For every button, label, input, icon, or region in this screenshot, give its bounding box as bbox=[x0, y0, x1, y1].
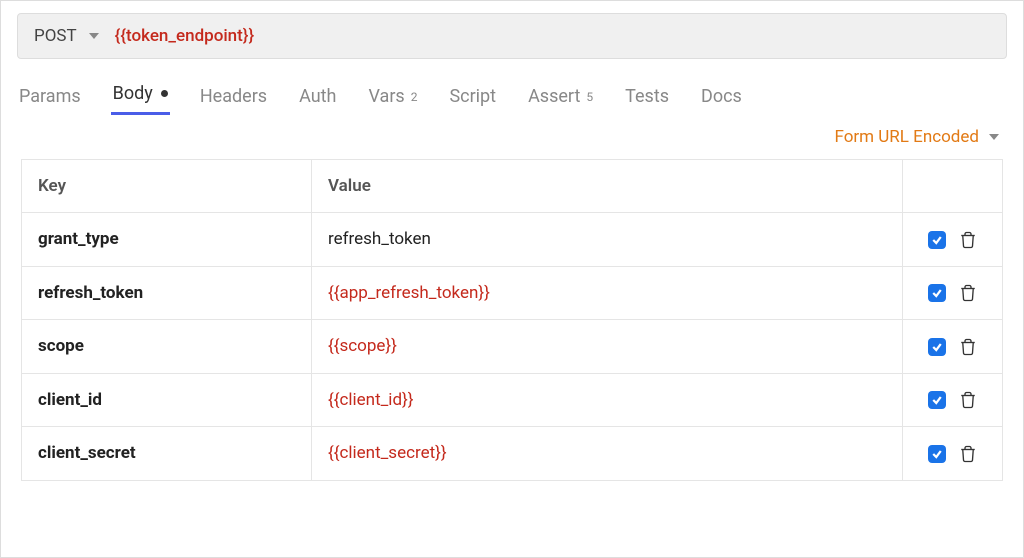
trash-icon[interactable] bbox=[958, 390, 978, 410]
param-actions-cell bbox=[903, 427, 1003, 481]
request-tabs: Params Body Headers Auth Vars 2 Script A… bbox=[1, 67, 1023, 115]
param-key-cell[interactable]: client_secret bbox=[22, 427, 312, 481]
param-value-cell[interactable]: {{app_refresh_token}} bbox=[312, 266, 903, 320]
tab-script[interactable]: Script bbox=[447, 78, 498, 115]
tab-assert-badge: 5 bbox=[586, 90, 593, 104]
param-value-cell[interactable]: refresh_token bbox=[312, 213, 903, 267]
tab-params[interactable]: Params bbox=[17, 78, 83, 115]
tab-body[interactable]: Body bbox=[111, 75, 170, 115]
request-bar: POST {{token_endpoint}} bbox=[17, 13, 1007, 59]
tab-auth[interactable]: Auth bbox=[297, 78, 338, 115]
body-params-table: Key Value grant_typerefresh_tokenrefresh… bbox=[21, 159, 1003, 481]
tab-auth-label: Auth bbox=[299, 86, 336, 107]
url-input[interactable]: {{token_endpoint}} bbox=[115, 26, 254, 46]
body-type-label: Form URL Encoded bbox=[834, 127, 979, 147]
param-key-cell[interactable]: refresh_token bbox=[22, 266, 312, 320]
param-key-cell[interactable]: scope bbox=[22, 320, 312, 374]
enable-checkbox[interactable] bbox=[928, 445, 946, 463]
tab-docs[interactable]: Docs bbox=[699, 78, 744, 115]
tab-tests[interactable]: Tests bbox=[623, 78, 671, 115]
param-value-cell[interactable]: {{client_id}} bbox=[312, 373, 903, 427]
tab-vars-badge: 2 bbox=[411, 90, 418, 104]
body-type-row: Form URL Encoded bbox=[1, 115, 1023, 155]
tab-headers-label: Headers bbox=[200, 86, 267, 107]
param-value-cell[interactable]: {{client_secret}} bbox=[312, 427, 903, 481]
tab-vars[interactable]: Vars 2 bbox=[366, 78, 419, 115]
modified-dot-icon bbox=[161, 90, 168, 97]
tab-tests-label: Tests bbox=[625, 86, 669, 107]
enable-checkbox[interactable] bbox=[928, 391, 946, 409]
param-key-cell[interactable]: grant_type bbox=[22, 213, 312, 267]
table-row: client_id{{client_id}} bbox=[22, 373, 1003, 427]
table-row: grant_typerefresh_token bbox=[22, 213, 1003, 267]
tab-vars-label: Vars bbox=[368, 86, 404, 107]
body-params-table-wrap: Key Value grant_typerefresh_tokenrefresh… bbox=[21, 159, 1003, 481]
method-label: POST bbox=[34, 26, 77, 46]
table-row: scope{{scope}} bbox=[22, 320, 1003, 374]
tab-headers[interactable]: Headers bbox=[198, 78, 269, 115]
enable-checkbox[interactable] bbox=[928, 284, 946, 302]
param-actions-cell bbox=[903, 213, 1003, 267]
chevron-down-icon bbox=[89, 33, 99, 39]
param-key-cell[interactable]: client_id bbox=[22, 373, 312, 427]
param-value-cell[interactable]: {{scope}} bbox=[312, 320, 903, 374]
trash-icon[interactable] bbox=[958, 444, 978, 464]
tab-body-label: Body bbox=[113, 83, 153, 104]
trash-icon[interactable] bbox=[958, 337, 978, 357]
table-row: refresh_token{{app_refresh_token}} bbox=[22, 266, 1003, 320]
tab-assert[interactable]: Assert 5 bbox=[526, 78, 595, 115]
tab-script-label: Script bbox=[449, 86, 496, 107]
trash-icon[interactable] bbox=[958, 283, 978, 303]
body-type-selector[interactable]: Form URL Encoded bbox=[834, 127, 999, 147]
tab-params-label: Params bbox=[19, 86, 81, 107]
enable-checkbox[interactable] bbox=[928, 338, 946, 356]
enable-checkbox[interactable] bbox=[928, 231, 946, 249]
method-selector[interactable]: POST bbox=[34, 26, 99, 46]
param-actions-cell bbox=[903, 266, 1003, 320]
tab-docs-label: Docs bbox=[701, 86, 742, 107]
trash-icon[interactable] bbox=[958, 230, 978, 250]
column-header-key: Key bbox=[22, 160, 312, 213]
column-header-value: Value bbox=[312, 160, 903, 213]
table-row: client_secret{{client_secret}} bbox=[22, 427, 1003, 481]
param-actions-cell bbox=[903, 320, 1003, 374]
chevron-down-icon bbox=[989, 134, 999, 140]
param-actions-cell bbox=[903, 373, 1003, 427]
tab-assert-label: Assert bbox=[528, 86, 580, 107]
column-header-actions bbox=[903, 160, 1003, 213]
